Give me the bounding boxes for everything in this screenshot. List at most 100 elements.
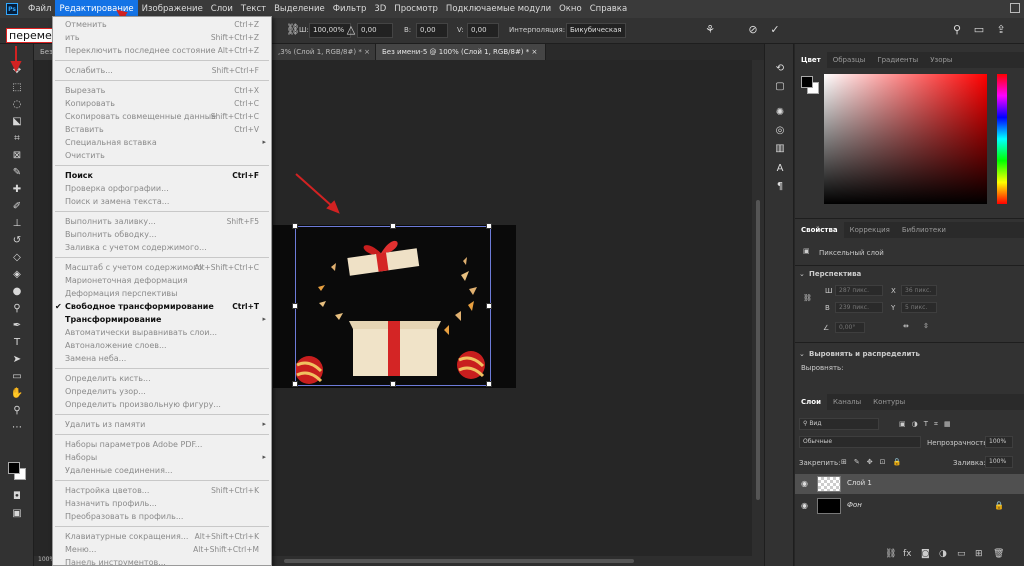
menu-separator xyxy=(55,257,269,258)
divider xyxy=(795,342,1024,343)
layer-row-2[interactable]: ◉ Фон 🔒 xyxy=(795,496,1024,516)
tab-color[interactable]: Цвет xyxy=(795,52,827,68)
edit-menu-item[interactable]: Автоматически выравнивать слои... xyxy=(53,326,271,339)
edit-menu-item[interactable]: Удалить из памяти ▸ xyxy=(53,418,271,431)
edit-menu-item[interactable]: Определить произвольную фигуру... xyxy=(53,398,271,411)
hue-slider[interactable] xyxy=(997,74,1007,204)
edit-menu-item[interactable]: Выполнить заливку... Shift+F5 xyxy=(53,215,271,228)
paragraph-panel-icon[interactable]: ¶ xyxy=(773,180,787,194)
edit-menu-item[interactable]: Поиск и замена текста... xyxy=(53,195,271,208)
edit-menu-item[interactable]: Преобразовать в профиль... xyxy=(53,510,271,523)
new-layer-icon[interactable]: ⊞ xyxy=(975,549,983,559)
mask-icon[interactable]: ◙ xyxy=(921,549,930,559)
chevron-down-icon[interactable]: ⌄ xyxy=(799,270,805,278)
character-panel-icon[interactable]: A xyxy=(773,162,787,176)
fill-field[interactable]: 100% xyxy=(985,456,1013,468)
edit-menu-item[interactable]: Выполнить обводку... xyxy=(53,228,271,241)
foreground-color-swatch[interactable] xyxy=(801,76,813,88)
edit-menu-item[interactable]: ить Shift+Ctrl+Z xyxy=(53,31,271,44)
fill-label: Заливка: xyxy=(953,459,986,467)
comments-panel-icon[interactable]: ▢ xyxy=(773,80,787,94)
tab-channels[interactable]: Каналы xyxy=(827,394,867,410)
layer-name: Слой 1 xyxy=(847,479,872,487)
edit-menu-item[interactable]: Очистить xyxy=(53,149,271,162)
edit-menu-item[interactable]: Специальная вставка ▸ xyxy=(53,136,271,149)
panel-icon-column: ⟲ ▢ ✺ ◎ ▥ A ¶ xyxy=(764,44,794,566)
edit-menu-item[interactable]: Удаленные соединения... xyxy=(53,464,271,477)
lock-icon[interactable]: 🔒 xyxy=(994,501,1004,510)
blend-mode-select[interactable]: Обычные xyxy=(799,436,921,448)
tab-gradients[interactable]: Градиенты xyxy=(871,52,924,68)
color-picker-field[interactable] xyxy=(824,74,987,204)
adjustment-layer-icon[interactable]: ◑ xyxy=(939,549,947,559)
edit-menu-item[interactable]: Наборы параметров Adobe PDF... xyxy=(53,438,271,451)
edit-menu-item[interactable]: Поиск Ctrl+F xyxy=(53,169,271,182)
tab-libraries[interactable]: Библиотеки xyxy=(896,222,952,238)
edit-menu-item-label: Специальная вставка xyxy=(65,138,157,147)
edit-menu-item[interactable]: Панель инструментов... xyxy=(53,556,271,565)
brush-settings-icon[interactable]: ✺ xyxy=(773,106,787,120)
edit-menu-item[interactable]: Марионеточная деформация xyxy=(53,274,271,287)
link-layers-icon[interactable]: ⛓ xyxy=(885,549,896,559)
edit-menu-item-label: Меню... xyxy=(65,545,97,554)
edit-menu-item[interactable]: Назначить профиль... xyxy=(53,497,271,510)
edit-menu-item[interactable]: Меню... Alt+Shift+Ctrl+M xyxy=(53,543,271,556)
prop-angle-field[interactable]: 0,00° xyxy=(835,322,865,333)
fx-icon[interactable]: fx xyxy=(903,549,912,559)
edit-menu-item[interactable]: Масштаб с учетом содержимого Alt+Shift+Ct… xyxy=(53,261,271,274)
tab-swatches[interactable]: Образцы xyxy=(827,52,872,68)
prop-w-field[interactable]: 287 пикс. xyxy=(835,285,883,296)
edit-menu-item[interactable]: Определить кисть... xyxy=(53,372,271,385)
prop-x-field[interactable]: 36 пикс. xyxy=(901,285,937,296)
adjust-icon[interactable]: ◎ xyxy=(773,124,787,138)
edit-menu-item-label: Наборы xyxy=(65,453,98,462)
edit-menu-item[interactable]: Отменить Ctrl+Z xyxy=(53,18,271,31)
tab-patterns[interactable]: Узоры xyxy=(924,52,958,68)
edit-menu-item[interactable]: Вырезать Ctrl+X xyxy=(53,84,271,97)
edit-menu-item[interactable]: Настройка цветов... Shift+Ctrl+K xyxy=(53,484,271,497)
edit-menu-item-label: Удаленные соединения... xyxy=(65,466,173,475)
opacity-field[interactable]: 100% xyxy=(985,436,1013,448)
prop-h-field[interactable]: 239 пикс. xyxy=(835,302,883,313)
layer-filter-icons[interactable]: ▣◑T⌗▦ xyxy=(899,420,957,429)
edit-menu-item[interactable]: Деформация перспективы xyxy=(53,287,271,300)
link-icon[interactable]: ⛓ xyxy=(803,294,812,302)
edit-menu-item[interactable]: Скопировать совмещенные данные Shift+Ctrl… xyxy=(53,110,271,123)
flip-horizontal-icon[interactable]: ⇹ xyxy=(903,322,909,330)
edit-menu-item[interactable]: Переключить последнее состояние Alt+Ctrl+… xyxy=(53,44,271,57)
edit-menu-item[interactable]: Трансформирование ▸ xyxy=(53,313,271,326)
edit-menu-item[interactable]: Автоналожение слоев... xyxy=(53,339,271,352)
edit-menu-item[interactable]: Замена неба... xyxy=(53,352,271,365)
tab-adjustments[interactable]: Коррекция xyxy=(844,222,896,238)
chevron-down-icon[interactable]: ⌄ xyxy=(799,350,805,358)
edit-menu-item[interactable]: Наборы ▸ xyxy=(53,451,271,464)
edit-menu-item[interactable]: Копировать Ctrl+C xyxy=(53,97,271,110)
flip-vertical-icon[interactable]: ⇳ xyxy=(923,322,929,330)
group-icon[interactable]: ▭ xyxy=(957,549,966,559)
edit-menu-item[interactable]: Определить узор... xyxy=(53,385,271,398)
history-panel-icon[interactable]: ⟲ xyxy=(773,62,787,76)
eye-icon[interactable]: ◉ xyxy=(801,479,808,488)
foreground-color-swatch[interactable] xyxy=(8,462,20,474)
layers-bottom-bar: ⛓ fx ◙ ◑ ▭ ⊞ 🗑 xyxy=(885,549,1015,561)
tab-properties[interactable]: Свойства xyxy=(795,222,844,238)
lock-icons[interactable]: ⊞✎✥⊡🔒 xyxy=(841,458,908,466)
eye-icon[interactable]: ◉ xyxy=(801,501,808,510)
trash-icon[interactable]: 🗑 xyxy=(993,549,1004,559)
prop-y-field[interactable]: 5 пикс. xyxy=(901,302,937,313)
layer-filter-select[interactable]: ⚲ Вид xyxy=(799,418,879,430)
edit-menu-item[interactable]: Вставить Ctrl+V xyxy=(53,123,271,136)
histogram-icon[interactable]: ▥ xyxy=(773,142,787,156)
tab-paths[interactable]: Контуры xyxy=(867,394,911,410)
edit-menu-item-label: Ослабить... xyxy=(65,66,113,75)
menu-separator xyxy=(55,80,269,81)
layer-row-1[interactable]: ◉ Слой 1 xyxy=(795,474,1024,494)
edit-menu-item[interactable]: Заливка с учетом содержимого... xyxy=(53,241,271,254)
tab-layers[interactable]: Слои xyxy=(795,394,827,410)
edit-menu-item[interactable]: Клавиатурные сокращения... Alt+Shift+Ctrl… xyxy=(53,530,271,543)
edit-menu-item[interactable]: Проверка орфографии... xyxy=(53,182,271,195)
edit-menu-item[interactable]: Ослабить... Shift+Ctrl+F xyxy=(53,64,271,77)
edit-menu-item[interactable]: Свободное трансформирование ✔ Ctrl+T xyxy=(53,300,271,313)
section-align-title: Выровнять и распределить xyxy=(809,350,920,358)
edit-menu-item-label: ить xyxy=(65,33,80,42)
